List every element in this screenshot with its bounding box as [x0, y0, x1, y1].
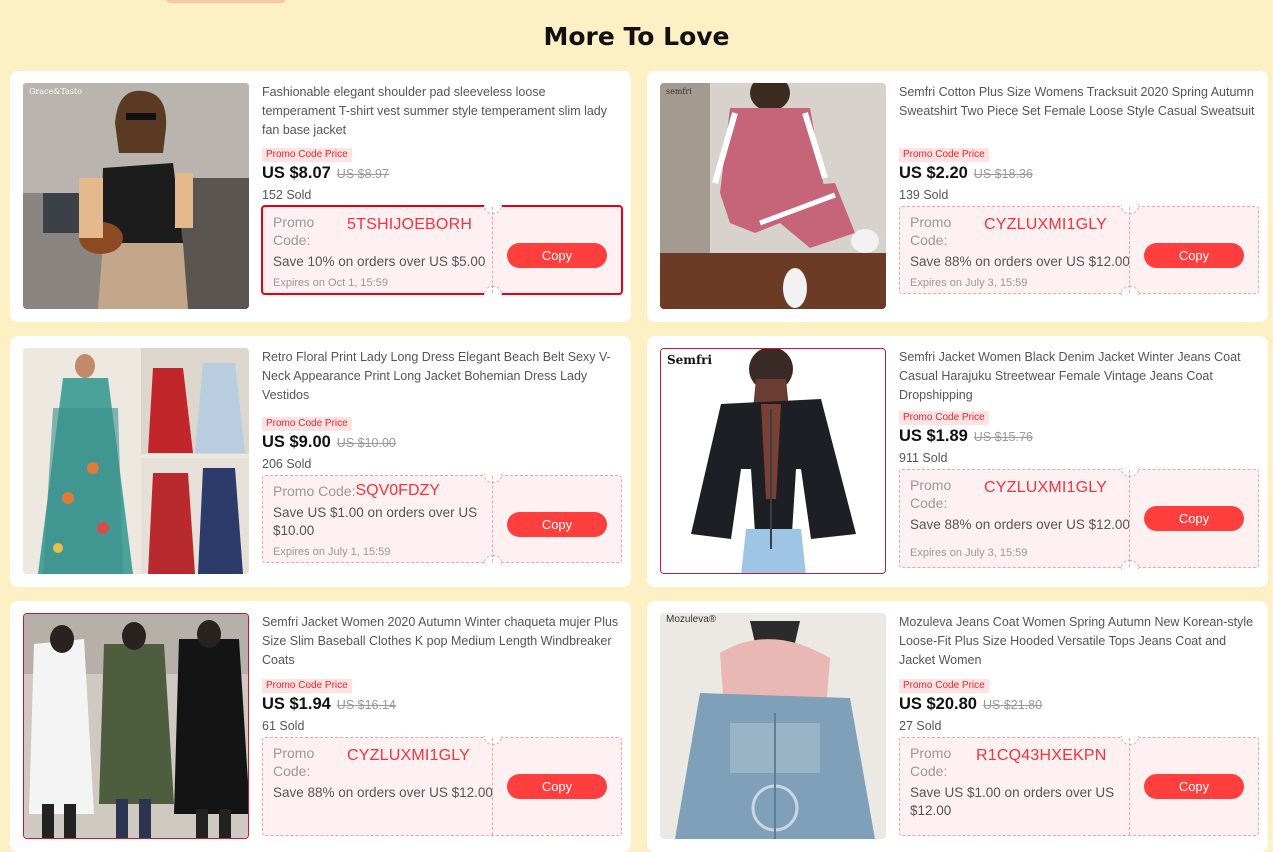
original-price: US $21.80 — [982, 698, 1043, 712]
coupon-divider — [492, 207, 493, 293]
product-price: US $8.07 — [262, 164, 331, 182]
product-price: US $1.89 — [899, 427, 968, 445]
copy-code-button[interactable]: Copy — [1144, 243, 1244, 268]
promo-code-label: Promo Code: — [273, 745, 315, 779]
product-image[interactable]: Semfri — [660, 348, 886, 574]
coupon-save-text: Save 88% on orders over US $12.00 — [910, 517, 1130, 532]
promo-code-label: Promo Code: — [910, 214, 952, 248]
product-image[interactable]: semfri — [660, 83, 886, 309]
promo-code: CYZLUXMI1GLY — [984, 479, 1108, 496]
promo-price-badge: Promo Code Price — [899, 411, 989, 425]
image-brand-label: Mozuleva® — [666, 614, 717, 625]
sold-count: 206 Sold — [262, 457, 312, 471]
original-price: US $8.97 — [336, 167, 389, 181]
image-brand-label: semfri — [666, 87, 692, 96]
coupon-divider — [1129, 738, 1130, 835]
product-title[interactable]: Semfri Cotton Plus Size Womens Tracksuit… — [899, 83, 1259, 140]
original-price: US $10.00 — [336, 436, 396, 450]
promo-coupon: Promo Code: Save 10% on orders over US $… — [261, 205, 623, 295]
coupon-divider — [492, 738, 493, 835]
promo-price-badge: Promo Code Price — [899, 679, 989, 693]
product-title[interactable]: Retro Floral Print Lady Long Dress Elega… — [262, 348, 622, 405]
promo-code-label: Promo Code: — [273, 214, 315, 248]
original-price: US $16.14 — [336, 698, 396, 712]
product-price: US $9.00 — [262, 433, 331, 451]
coupon-divider — [492, 476, 493, 562]
section-title: More To Love — [543, 22, 730, 51]
promo-code-label: Promo Code: — [273, 483, 356, 499]
promo-price-badge: Promo Code Price — [262, 679, 352, 693]
sold-count: 139 Sold — [899, 188, 949, 202]
coupon-notch — [1121, 286, 1139, 295]
coupon-expiry: Expires on July 1, 15:59 — [273, 546, 391, 558]
coupon-expiry: Expires on July 3, 15:59 — [910, 547, 1028, 559]
sold-count: 61 Sold — [262, 719, 305, 733]
promo-code: SQV0FDZY — [355, 482, 440, 499]
product-card[interactable]: Grace&Tasto Fashionable elegant shoulder… — [10, 71, 631, 322]
coupon-divider — [1129, 470, 1130, 567]
product-title[interactable]: Semfri Jacket Women 2020 Autumn Winter c… — [262, 613, 622, 670]
promo-code: 5TSHIJOEBORH — [347, 216, 473, 233]
promo-coupon: Promo Code: Save 88% on orders over US $… — [899, 468, 1259, 569]
coupon-save-text: Save 88% on orders over US $12.00 — [273, 785, 493, 800]
product-price: US $20.80 — [899, 695, 977, 713]
coupon-expiry: Expires on July 3, 15:59 — [910, 277, 1028, 289]
promo-coupon: Promo Code: Save 88% on orders over US $… — [899, 205, 1259, 295]
sold-count: 911 Sold — [899, 451, 948, 465]
coupon-expiry: Expires on Oct 1, 15:59 — [273, 277, 388, 289]
promo-code: R1CQ43HXEKPN — [976, 747, 1107, 764]
product-card[interactable]: Semfri Semfri Jacket Women Black Denim J… — [647, 336, 1268, 587]
copy-code-button[interactable]: Copy — [1144, 774, 1244, 799]
product-card[interactable]: Retro Floral Print Lady Long Dress Elega… — [10, 336, 631, 587]
coupon-divider — [1129, 207, 1130, 293]
product-title[interactable]: Semfri Jacket Women Black Denim Jacket W… — [899, 348, 1259, 405]
promo-code: CYZLUXMI1GLY — [984, 216, 1108, 233]
product-image[interactable] — [23, 348, 249, 574]
copy-code-button[interactable]: Copy — [1144, 506, 1244, 531]
original-price: US $15.76 — [973, 430, 1033, 444]
product-image[interactable]: Grace&Tasto — [23, 83, 249, 309]
promo-price-badge: Promo Code Price — [262, 148, 352, 162]
coupon-notch — [484, 555, 502, 564]
product-price: US $1.94 — [262, 695, 331, 713]
product-card[interactable]: Semfri Jacket Women 2020 Autumn Winter c… — [10, 601, 631, 852]
sold-count: 152 Sold — [262, 188, 312, 202]
product-title[interactable]: Fashionable elegant shoulder pad sleevel… — [262, 83, 622, 140]
image-brand-label: Grace&Tasto — [29, 87, 82, 96]
promo-coupon: Promo Code:SQV0FDZY Save US $1.00 on ord… — [262, 474, 622, 564]
image-brand-label: Semfri — [667, 353, 713, 367]
product-card[interactable]: Mozuleva® Mozuleva Jeans Coat Women Spri… — [647, 601, 1268, 852]
coupon-save-text: Save 88% on orders over US $12.00 — [910, 254, 1130, 269]
product-image[interactable] — [23, 613, 249, 839]
coupon-save-text: Save 10% on orders over US $5.00 — [273, 254, 486, 269]
original-price: US $18.36 — [973, 167, 1033, 181]
copy-code-button[interactable]: Copy — [507, 774, 607, 799]
promo-coupon: Promo Code: Save US $1.00 on orders over… — [899, 736, 1259, 836]
product-image[interactable]: Mozuleva® — [660, 613, 886, 839]
product-title[interactable]: Mozuleva Jeans Coat Women Spring Autumn … — [899, 613, 1259, 670]
promo-price-badge: Promo Code Price — [899, 148, 989, 162]
promo-code-label: Promo Code: — [910, 745, 952, 779]
promo-price-badge: Promo Code Price — [262, 417, 352, 431]
promo-code: CYZLUXMI1GLY — [347, 747, 471, 764]
coupon-save-text: Save US $1.00 on orders over US $10.00 — [273, 505, 478, 538]
coupon-notch — [1121, 560, 1139, 569]
promo-coupon: Promo Code: Save 88% on orders over US $… — [262, 736, 622, 836]
copy-code-button[interactable]: Copy — [507, 512, 607, 537]
product-price: US $2.20 — [899, 164, 968, 182]
product-card[interactable]: semfri Semfri Cotton Plus Size Womens Tr… — [647, 71, 1268, 322]
sold-count: 27 Sold — [899, 719, 942, 733]
top-tab-indicator — [166, 0, 286, 3]
copy-code-button[interactable]: Copy — [507, 243, 607, 268]
coupon-notch — [484, 286, 502, 295]
promo-code-label: Promo Code: — [910, 477, 952, 511]
